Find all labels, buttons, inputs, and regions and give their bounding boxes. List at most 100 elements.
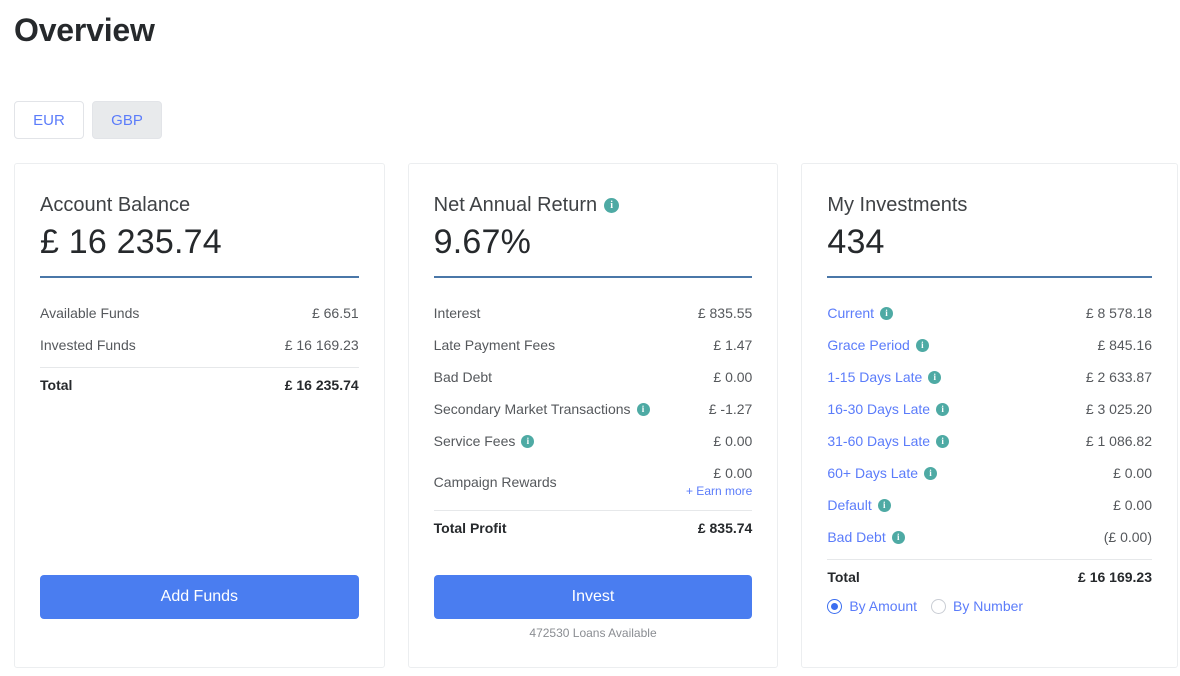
row-label-text[interactable]: Bad Debt — [827, 521, 885, 553]
row-label: Current i — [827, 297, 894, 329]
my-investments-total-row: Total £ 16 169.23 — [827, 560, 1152, 594]
row-label-text[interactable]: 31-60 Days Late — [827, 425, 930, 457]
table-row: Bad Debt £ 0.00 — [434, 361, 753, 393]
currency-button-gbp[interactable]: GBP — [92, 101, 162, 139]
row-value: £ 8 578.18 — [1085, 305, 1152, 321]
card-account-balance: Account Balance £ 16 235.74 Available Fu… — [14, 163, 385, 668]
account-balance-divider — [40, 276, 359, 278]
row-label: Bad Debt i — [827, 521, 905, 553]
my-investments-title: My Investments — [827, 192, 1152, 218]
table-row[interactable]: 31-60 Days Late i £ 1 086.82 — [827, 425, 1152, 457]
row-label-text[interactable]: 16-30 Days Late — [827, 393, 930, 425]
radio-by-number[interactable]: By Number — [931, 598, 1023, 614]
row-label: Service Fees i — [434, 425, 535, 457]
row-value: £ 0.00 — [713, 369, 753, 385]
row-value: £ 0.00 — [713, 433, 753, 449]
row-label-text[interactable]: 1-15 Days Late — [827, 361, 922, 393]
my-investments-divider — [827, 276, 1152, 278]
row-label: 31-60 Days Late i — [827, 425, 950, 457]
row-label-text: Bad Debt — [433, 369, 493, 385]
account-balance-rows: Available Funds £ 66.51 Invested Funds £… — [40, 297, 359, 402]
row-label: Available Funds — [40, 305, 140, 321]
total-value: £ 835.74 — [697, 520, 753, 536]
row-label: Interest — [434, 297, 481, 329]
table-row[interactable]: Bad Debt i (£ 0.00) — [827, 521, 1152, 553]
row-value: £ 66.51 — [311, 305, 359, 321]
row-label: Secondary Market Transactions i — [434, 393, 650, 425]
info-icon[interactable]: i — [521, 434, 535, 448]
radio-dot-selected-icon[interactable] — [827, 598, 843, 614]
info-icon[interactable]: i — [928, 370, 942, 384]
table-row[interactable]: 16-30 Days Late i £ 3 025.20 — [827, 393, 1152, 425]
table-row[interactable]: Grace Period i £ 845.16 — [827, 329, 1152, 361]
table-row: Late Payment Fees £ 1.47 — [434, 329, 753, 361]
net-annual-return-total-row: Total Profit £ 835.74 — [434, 511, 753, 545]
row-value: £ 1.47 — [713, 337, 753, 353]
table-row: Secondary Market Transactions i £ -1.27 — [434, 393, 753, 425]
row-value: £ -1.27 — [708, 401, 753, 417]
row-label-text[interactable]: Default — [827, 489, 871, 521]
invest-button[interactable]: Invest — [433, 575, 753, 619]
row-label-text[interactable]: Current — [827, 297, 874, 329]
cards-container: Account Balance £ 16 235.74 Available Fu… — [14, 163, 1178, 668]
total-label: Total — [40, 377, 73, 393]
net-annual-return-title: Net Annual Return i — [434, 192, 753, 218]
row-value: £ 1 086.82 — [1085, 433, 1152, 449]
my-investments-rows: Current i £ 8 578.18 Grace Period i £ 84… — [827, 297, 1152, 614]
radio-dot-icon[interactable] — [931, 598, 947, 614]
table-row: Invested Funds £ 16 169.23 — [40, 329, 359, 361]
total-value: £ 16 169.23 — [1078, 569, 1152, 585]
info-icon[interactable]: i — [936, 402, 950, 416]
row-value: £ 2 633.87 — [1085, 369, 1152, 385]
campaign-rewards-value-group: £ 0.00 + Earn more — [686, 463, 752, 500]
row-label: 16-30 Days Late i — [827, 393, 950, 425]
account-balance-headline: £ 16 235.74 — [40, 223, 222, 261]
row-label: Invested Funds — [40, 337, 136, 353]
table-row[interactable]: 1-15 Days Late i £ 2 633.87 — [827, 361, 1152, 393]
table-row[interactable]: Current i £ 8 578.18 — [827, 297, 1152, 329]
row-value: £ 0.00 — [1113, 465, 1152, 481]
table-row: Interest £ 835.55 — [434, 297, 753, 329]
info-icon[interactable]: i — [604, 197, 620, 213]
net-annual-return-title-text: Net Annual Return — [433, 194, 598, 216]
info-icon[interactable]: i — [636, 402, 650, 416]
row-value: £ 0.00 — [1113, 497, 1152, 513]
currency-toggle: EUR GBP — [14, 101, 162, 139]
total-label: Total — [827, 569, 860, 585]
table-row[interactable]: 60+ Days Late i £ 0.00 — [827, 457, 1152, 489]
overview-page: Overview EUR GBP Account Balance £ 16 23… — [0, 0, 1180, 676]
campaign-rewards-label: Campaign Rewards — [433, 473, 557, 490]
row-label: Bad Debt — [434, 361, 492, 393]
table-row[interactable]: Default i £ 0.00 — [827, 489, 1152, 521]
row-label-text: Late Payment Fees — [433, 337, 556, 353]
radio-by-amount[interactable]: By Amount — [827, 598, 917, 614]
row-label-text: Service Fees — [433, 433, 516, 449]
info-icon[interactable]: i — [936, 434, 950, 448]
account-balance-total-row: Total £ 16 235.74 — [40, 368, 359, 402]
row-value: £ 3 025.20 — [1085, 401, 1152, 417]
row-label: Default i — [827, 489, 891, 521]
row-label-text: Secondary Market Transactions — [433, 401, 631, 417]
currency-button-eur[interactable]: EUR — [14, 101, 84, 139]
info-icon[interactable]: i — [924, 466, 938, 480]
info-icon[interactable]: i — [880, 306, 894, 320]
row-label-text[interactable]: Grace Period — [827, 329, 909, 361]
row-label: Late Payment Fees — [434, 329, 555, 361]
account-balance-title-text: Account Balance — [40, 194, 191, 216]
info-icon[interactable]: i — [877, 498, 891, 512]
row-label-text: Interest — [433, 305, 481, 321]
campaign-rewards-value: £ 0.00 — [713, 465, 753, 481]
page-title: Overview — [14, 12, 155, 48]
info-icon[interactable]: i — [891, 530, 905, 544]
table-row: Service Fees i £ 0.00 — [434, 425, 753, 457]
radio-by-amount-label: By Amount — [849, 598, 918, 614]
loans-available-note: 472530 Loans Available — [529, 626, 657, 640]
earn-more-link[interactable]: + Earn more — [686, 483, 752, 500]
row-label-text[interactable]: 60+ Days Late — [827, 457, 918, 489]
add-funds-button[interactable]: Add Funds — [40, 575, 359, 619]
account-balance-title: Account Balance — [40, 192, 359, 218]
info-icon[interactable]: i — [915, 338, 929, 352]
